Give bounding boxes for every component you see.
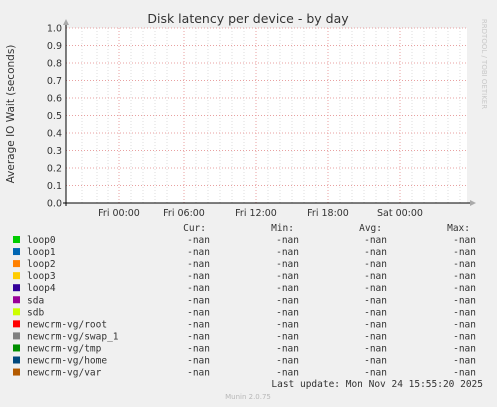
legend-avg: -nan (364, 368, 387, 379)
legend-swatch (13, 320, 20, 328)
legend-cur: -nan (187, 295, 210, 306)
x-tick-label: Fri 18:00 (307, 208, 349, 219)
legend-min: -nan (276, 307, 299, 318)
legend-max: -nan (453, 343, 476, 354)
legend-swatch (13, 296, 20, 304)
y-tick-label: 0.5 (47, 111, 62, 122)
legend-cur: -nan (187, 247, 210, 258)
x-tick-label: Fri 12:00 (235, 208, 277, 219)
legend-max: -nan (453, 295, 476, 306)
legend-max: -nan (453, 356, 476, 367)
chart-title: Disk latency per device - by day (147, 11, 349, 26)
legend-swatch (13, 308, 20, 316)
legend-min: -nan (276, 259, 299, 270)
legend-swatch (13, 344, 20, 352)
y-tick-label: 0.1 (47, 181, 62, 192)
legend-label: loop2 (27, 259, 56, 270)
legend-label: newcrm-vg/tmp (27, 343, 102, 354)
legend-header-min: Min: (271, 223, 294, 234)
munin-graph: Disk latency per device - by day Average… (0, 0, 497, 407)
legend-swatch (13, 248, 20, 256)
x-tick-label: Sat 00:00 (377, 208, 423, 219)
rrdtool-watermark: RRDTOOL / TOBI OETIKER (480, 19, 488, 109)
legend-label: loop3 (27, 271, 56, 282)
legend-swatch (13, 236, 20, 243)
legend-avg: -nan (364, 235, 387, 246)
legend-avg: -nan (364, 331, 387, 342)
y-tick-label: 1.0 (47, 24, 62, 35)
legend-avg: -nan (364, 259, 387, 270)
legend-cur: -nan (187, 368, 210, 379)
y-tick-label: 0.9 (47, 41, 62, 52)
legend-cur: -nan (187, 271, 210, 282)
legend-label: loop0 (27, 235, 56, 246)
legend-avg: -nan (364, 356, 387, 367)
x-tick-label: Fri 00:00 (98, 208, 140, 219)
legend-min: -nan (276, 368, 299, 379)
legend-avg: -nan (364, 295, 387, 306)
munin-version: Munin 2.0.75 (225, 393, 271, 401)
legend-label: newcrm-vg/var (27, 368, 102, 379)
legend-swatch (13, 272, 20, 280)
legend-max: -nan (453, 307, 476, 318)
legend-header-cur: Cur: (183, 223, 206, 234)
legend-max: -nan (453, 247, 476, 258)
legend-avg: -nan (364, 319, 387, 330)
legend-min: -nan (276, 235, 299, 246)
legend-avg: -nan (364, 307, 387, 318)
legend-label: newcrm-vg/home (27, 356, 107, 367)
legend-min: -nan (276, 331, 299, 342)
legend-cur: -nan (187, 319, 210, 330)
legend-label: newcrm-vg/root (27, 319, 107, 330)
legend-swatch (13, 368, 20, 376)
legend-min: -nan (276, 295, 299, 306)
y-tick-label: 0.8 (47, 59, 62, 70)
y-tick-label: 0.6 (47, 94, 62, 105)
legend-max: -nan (453, 283, 476, 294)
legend-max: -nan (453, 259, 476, 270)
legend-min: -nan (276, 271, 299, 282)
legend-cur: -nan (187, 343, 210, 354)
legend-cur: -nan (187, 356, 210, 367)
y-tick-label: 0.4 (47, 129, 62, 140)
y-tick-label: 0.0 (47, 199, 62, 210)
legend-cur: -nan (187, 283, 210, 294)
legend-avg: -nan (364, 283, 387, 294)
legend-header-avg: Avg: (359, 223, 382, 234)
y-tick-label: 0.2 (47, 164, 62, 175)
legend-avg: -nan (364, 271, 387, 282)
legend-avg: -nan (364, 343, 387, 354)
legend-min: -nan (276, 247, 299, 258)
legend-cur: -nan (187, 307, 210, 318)
legend-max: -nan (453, 235, 476, 246)
legend-swatch (13, 284, 20, 292)
legend-max: -nan (453, 368, 476, 379)
y-axis-label: Average IO Wait (seconds) (5, 45, 17, 184)
last-update: Last update: Mon Nov 24 15:55:20 2025 (271, 379, 483, 390)
legend-max: -nan (453, 319, 476, 330)
legend-swatch (13, 356, 20, 364)
legend-max: -nan (453, 331, 476, 342)
legend-swatch (13, 332, 20, 340)
legend-cur: -nan (187, 259, 210, 270)
legend-min: -nan (276, 319, 299, 330)
y-tick-label: 0.3 (47, 146, 62, 157)
legend-cur: -nan (187, 331, 210, 342)
legend-label: sda (27, 295, 44, 306)
legend-label: sdb (27, 307, 44, 318)
legend-avg: -nan (364, 247, 387, 258)
x-tick-label: Fri 06:00 (163, 208, 205, 219)
legend-label: newcrm-vg/swap_1 (27, 331, 119, 342)
legend-swatch (13, 260, 20, 268)
legend-min: -nan (276, 283, 299, 294)
legend-label: loop1 (27, 247, 56, 258)
legend-min: -nan (276, 356, 299, 367)
legend-max: -nan (453, 271, 476, 282)
legend-min: -nan (276, 343, 299, 354)
legend-header-max: Max: (447, 223, 470, 234)
legend-cur: -nan (187, 235, 210, 246)
legend-label: loop4 (27, 283, 56, 294)
y-tick-label: 0.7 (47, 76, 62, 87)
